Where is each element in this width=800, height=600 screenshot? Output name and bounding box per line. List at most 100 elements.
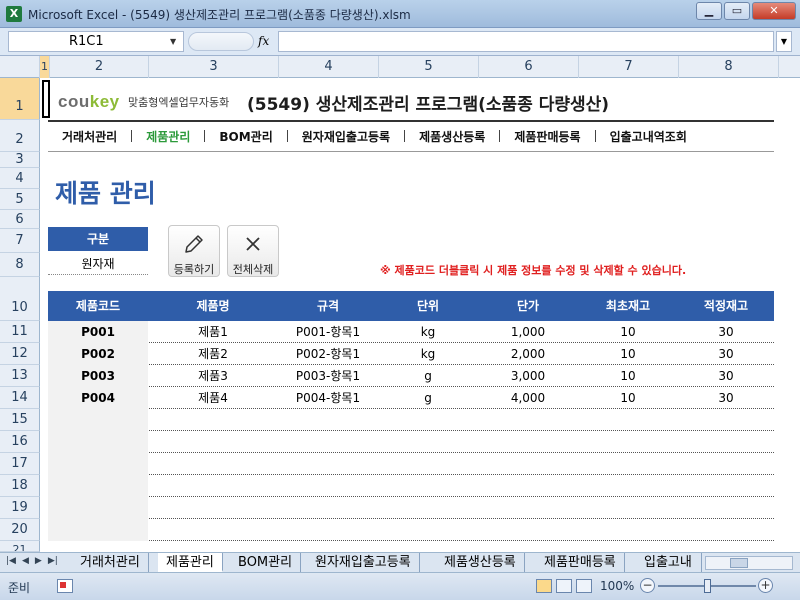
row-header[interactable]: 13 (0, 365, 40, 387)
row-header[interactable]: 7 (0, 229, 40, 253)
row-header[interactable]: 15 (0, 409, 40, 431)
table-row[interactable]: P003 제품3 P003-항목1 g 3,000 10 30 (48, 365, 774, 387)
row-header[interactable]: 11 (0, 321, 40, 343)
optimal-stock-cell[interactable]: 30 (678, 321, 774, 343)
excel-app-icon[interactable]: X (6, 6, 22, 22)
restore-button[interactable]: ▭ (724, 2, 750, 20)
normal-view-icon[interactable] (536, 579, 552, 593)
product-spec-cell[interactable]: P003-항목1 (278, 365, 378, 387)
row-header[interactable]: 14 (0, 387, 40, 409)
row-header[interactable]: 20 (0, 519, 40, 541)
product-price-cell[interactable]: 1,000 (478, 321, 578, 343)
product-spec-cell[interactable]: P002-항목1 (278, 343, 378, 365)
product-price-cell[interactable]: 4,000 (478, 387, 578, 409)
zoom-level[interactable]: 100% (600, 579, 634, 593)
product-name-cell[interactable]: 제품2 (148, 343, 278, 365)
product-unit-cell[interactable]: g (378, 365, 478, 387)
prev-sheet-icon[interactable]: ◀ (22, 556, 29, 566)
name-box[interactable]: R1C1 (8, 31, 184, 52)
table-row-empty[interactable] (48, 475, 774, 497)
row-header[interactable]: 18 (0, 475, 40, 497)
product-spec-cell[interactable]: P001-항목1 (278, 321, 378, 343)
row-header[interactable]: 16 (0, 431, 40, 453)
column-header[interactable]: 7 (579, 56, 679, 78)
page-break-view-icon[interactable] (576, 579, 592, 593)
table-row[interactable]: P001 제품1 P001-항목1 kg 1,000 10 30 (48, 321, 774, 343)
sheet-tab-clients[interactable]: 거래처관리 (72, 553, 149, 572)
product-price-cell[interactable]: 3,000 (478, 365, 578, 387)
row-header[interactable]: 21 (0, 541, 40, 552)
row-header[interactable]: 6 (0, 210, 40, 229)
table-row-empty[interactable] (48, 409, 774, 431)
row-header[interactable]: 12 (0, 343, 40, 365)
column-header[interactable]: 1 (40, 56, 50, 78)
initial-stock-cell[interactable]: 10 (578, 387, 678, 409)
row-header[interactable]: 8 (0, 253, 40, 277)
row-header[interactable]: 19 (0, 497, 40, 519)
chevron-down-icon[interactable]: ▼ (170, 37, 176, 46)
column-header[interactable]: 3 (149, 56, 279, 78)
column-header[interactable]: 4 (279, 56, 379, 78)
initial-stock-cell[interactable]: 10 (578, 321, 678, 343)
table-row-empty[interactable] (48, 519, 774, 541)
row-header[interactable]: 5 (0, 189, 40, 210)
column-header[interactable]: 5 (379, 56, 479, 78)
select-all-corner[interactable] (0, 56, 40, 78)
initial-stock-cell[interactable]: 10 (578, 343, 678, 365)
scrollbar-thumb[interactable] (730, 558, 748, 568)
table-row-empty[interactable] (48, 431, 774, 453)
nav-item-bom[interactable]: BOM관리 (205, 128, 286, 145)
nav-item-products[interactable]: 제품관리 (132, 128, 204, 145)
sheet-tab-io-history[interactable]: 입출고내 (636, 553, 702, 572)
macro-record-icon[interactable] (57, 579, 73, 593)
product-code-cell[interactable]: P002 (48, 343, 148, 365)
product-spec-cell[interactable]: P004-항목1 (278, 387, 378, 409)
zoom-slider-thumb[interactable] (704, 579, 711, 593)
table-row-empty[interactable] (48, 453, 774, 475)
product-code-cell[interactable]: P004 (48, 387, 148, 409)
product-name-cell[interactable]: 제품1 (148, 321, 278, 343)
page-layout-view-icon[interactable] (556, 579, 572, 593)
row-header[interactable]: 4 (0, 168, 40, 189)
product-unit-cell[interactable]: kg (378, 321, 478, 343)
nav-item-io-history[interactable]: 입출고내역조회 (596, 128, 701, 145)
product-unit-cell[interactable]: g (378, 387, 478, 409)
product-unit-cell[interactable]: kg (378, 343, 478, 365)
sheet-tab-production[interactable]: 제품생산등록 (436, 553, 525, 572)
product-price-cell[interactable]: 2,000 (478, 343, 578, 365)
product-code-cell[interactable]: P001 (48, 321, 148, 343)
nav-item-sales[interactable]: 제품판매등록 (500, 128, 594, 145)
nav-item-clients[interactable]: 거래처관리 (48, 128, 131, 145)
column-header[interactable]: 2 (50, 56, 149, 78)
horizontal-scrollbar[interactable] (705, 556, 793, 570)
optimal-stock-cell[interactable]: 30 (678, 387, 774, 409)
zoom-out-button[interactable]: − (640, 578, 655, 593)
nav-item-production[interactable]: 제품생산등록 (405, 128, 499, 145)
product-name-cell[interactable]: 제품4 (148, 387, 278, 409)
optimal-stock-cell[interactable]: 30 (678, 365, 774, 387)
initial-stock-cell[interactable]: 10 (578, 365, 678, 387)
insert-function-icon[interactable]: fx (258, 34, 269, 48)
nav-item-material-io[interactable]: 원자재입출고등록 (288, 128, 404, 145)
product-code-cell[interactable]: P003 (48, 365, 148, 387)
row-header[interactable]: 3 (0, 152, 40, 168)
sheet-tab-sales[interactable]: 제품판매등록 (536, 553, 625, 572)
sheet-tab-products[interactable]: 제품관리 (158, 553, 223, 572)
last-sheet-icon[interactable]: ▶| (48, 556, 58, 566)
delete-all-button[interactable]: 전체삭제 (227, 225, 279, 277)
column-header[interactable]: 6 (479, 56, 579, 78)
product-name-cell[interactable]: 제품3 (148, 365, 278, 387)
optimal-stock-cell[interactable]: 30 (678, 343, 774, 365)
row-header[interactable]: 17 (0, 453, 40, 475)
next-sheet-icon[interactable]: ▶ (35, 556, 42, 566)
row-header[interactable]: 10 (0, 277, 40, 321)
close-button[interactable]: ✕ (752, 2, 796, 20)
sheet-tab-bom[interactable]: BOM관리 (230, 553, 302, 572)
zoom-in-button[interactable]: + (758, 578, 773, 593)
expand-formula-bar-icon[interactable]: ▼ (776, 31, 792, 52)
minimize-button[interactable]: ▁ (696, 2, 722, 20)
row-header[interactable]: 1 (0, 78, 40, 120)
first-sheet-icon[interactable]: |◀ (6, 556, 16, 566)
table-row-empty[interactable] (48, 497, 774, 519)
category-value[interactable]: 원자재 (48, 253, 148, 275)
